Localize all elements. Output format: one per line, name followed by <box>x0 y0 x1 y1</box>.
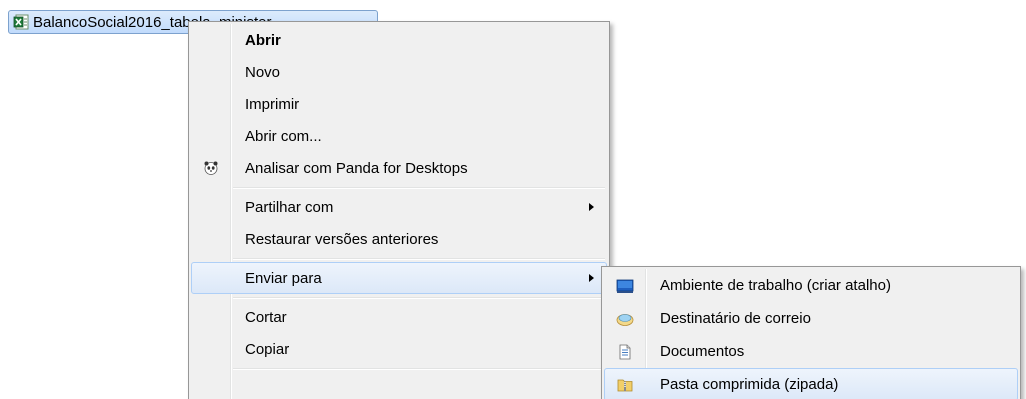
menu-separator <box>191 294 607 301</box>
menu-item-label: Abrir com... <box>245 127 322 145</box>
menu-item-enviar-para[interactable]: Enviar para <box>191 262 607 294</box>
menu-item-label: Analisar com Panda for Desktops <box>245 159 468 177</box>
menu-separator <box>191 255 607 262</box>
menu-item-label: Copiar <box>245 340 290 358</box>
send-to-submenu: Ambiente de trabalho (criar atalho) Dest… <box>601 266 1021 399</box>
menu-item-label: Partilhar com <box>245 198 334 216</box>
menu-item-novo[interactable]: Novo <box>191 56 607 88</box>
zip-folder-icon <box>617 379 633 391</box>
submenu-item-documents[interactable]: Documentos <box>604 335 1018 368</box>
excel-file-icon <box>13 14 29 30</box>
menu-item-label: Restaurar versões anteriores <box>245 230 439 248</box>
menu-item-cortar[interactable]: Cortar <box>191 301 607 333</box>
menu-item-restaurar-versoes[interactable]: Restaurar versões anteriores <box>191 223 607 255</box>
desktop-icon <box>616 279 634 293</box>
submenu-item-label: Documentos <box>660 343 745 360</box>
mail-recipient-icon <box>616 313 634 326</box>
desktop: BalancoSocial2016_tabela_minister Abrir … <box>0 0 1026 399</box>
submenu-item-mail-recipient[interactable]: Destinatário de correio <box>604 302 1018 335</box>
panda-icon <box>204 161 218 175</box>
submenu-item-label: Pasta comprimida (zipada) <box>660 376 839 393</box>
submenu-arrow-icon <box>589 203 594 211</box>
menu-separator <box>191 184 607 191</box>
menu-item-analisar-panda[interactable]: Analisar com Panda for Desktops <box>191 152 607 184</box>
submenu-arrow-icon <box>589 274 594 282</box>
submenu-item-desktop[interactable]: Ambiente de trabalho (criar atalho) <box>604 269 1018 302</box>
menu-item-imprimir[interactable]: Imprimir <box>191 88 607 120</box>
menu-item-abrir-com[interactable]: Abrir com... <box>191 120 607 152</box>
menu-item-copiar[interactable]: Copiar <box>191 333 607 365</box>
menu-item-label: Imprimir <box>245 95 300 113</box>
submenu-item-label: Destinatário de correio <box>660 310 811 327</box>
menu-separator <box>191 365 607 372</box>
menu-item-label: Novo <box>245 63 281 81</box>
menu-item-abrir[interactable]: Abrir <box>191 24 607 56</box>
submenu-item-zip-folder[interactable]: Pasta comprimida (zipada) <box>604 368 1018 399</box>
menu-item-label: Abrir <box>245 31 281 49</box>
menu-item-label: Enviar para <box>245 269 322 287</box>
submenu-item-label: Ambiente de trabalho (criar atalho) <box>660 277 891 294</box>
menu-item-partilhar-com[interactable]: Partilhar com <box>191 191 607 223</box>
documents-icon <box>619 344 631 359</box>
menu-item-label: Cortar <box>245 308 287 326</box>
context-menu: Abrir Novo Imprimir Abrir com... Analisa… <box>188 21 610 399</box>
